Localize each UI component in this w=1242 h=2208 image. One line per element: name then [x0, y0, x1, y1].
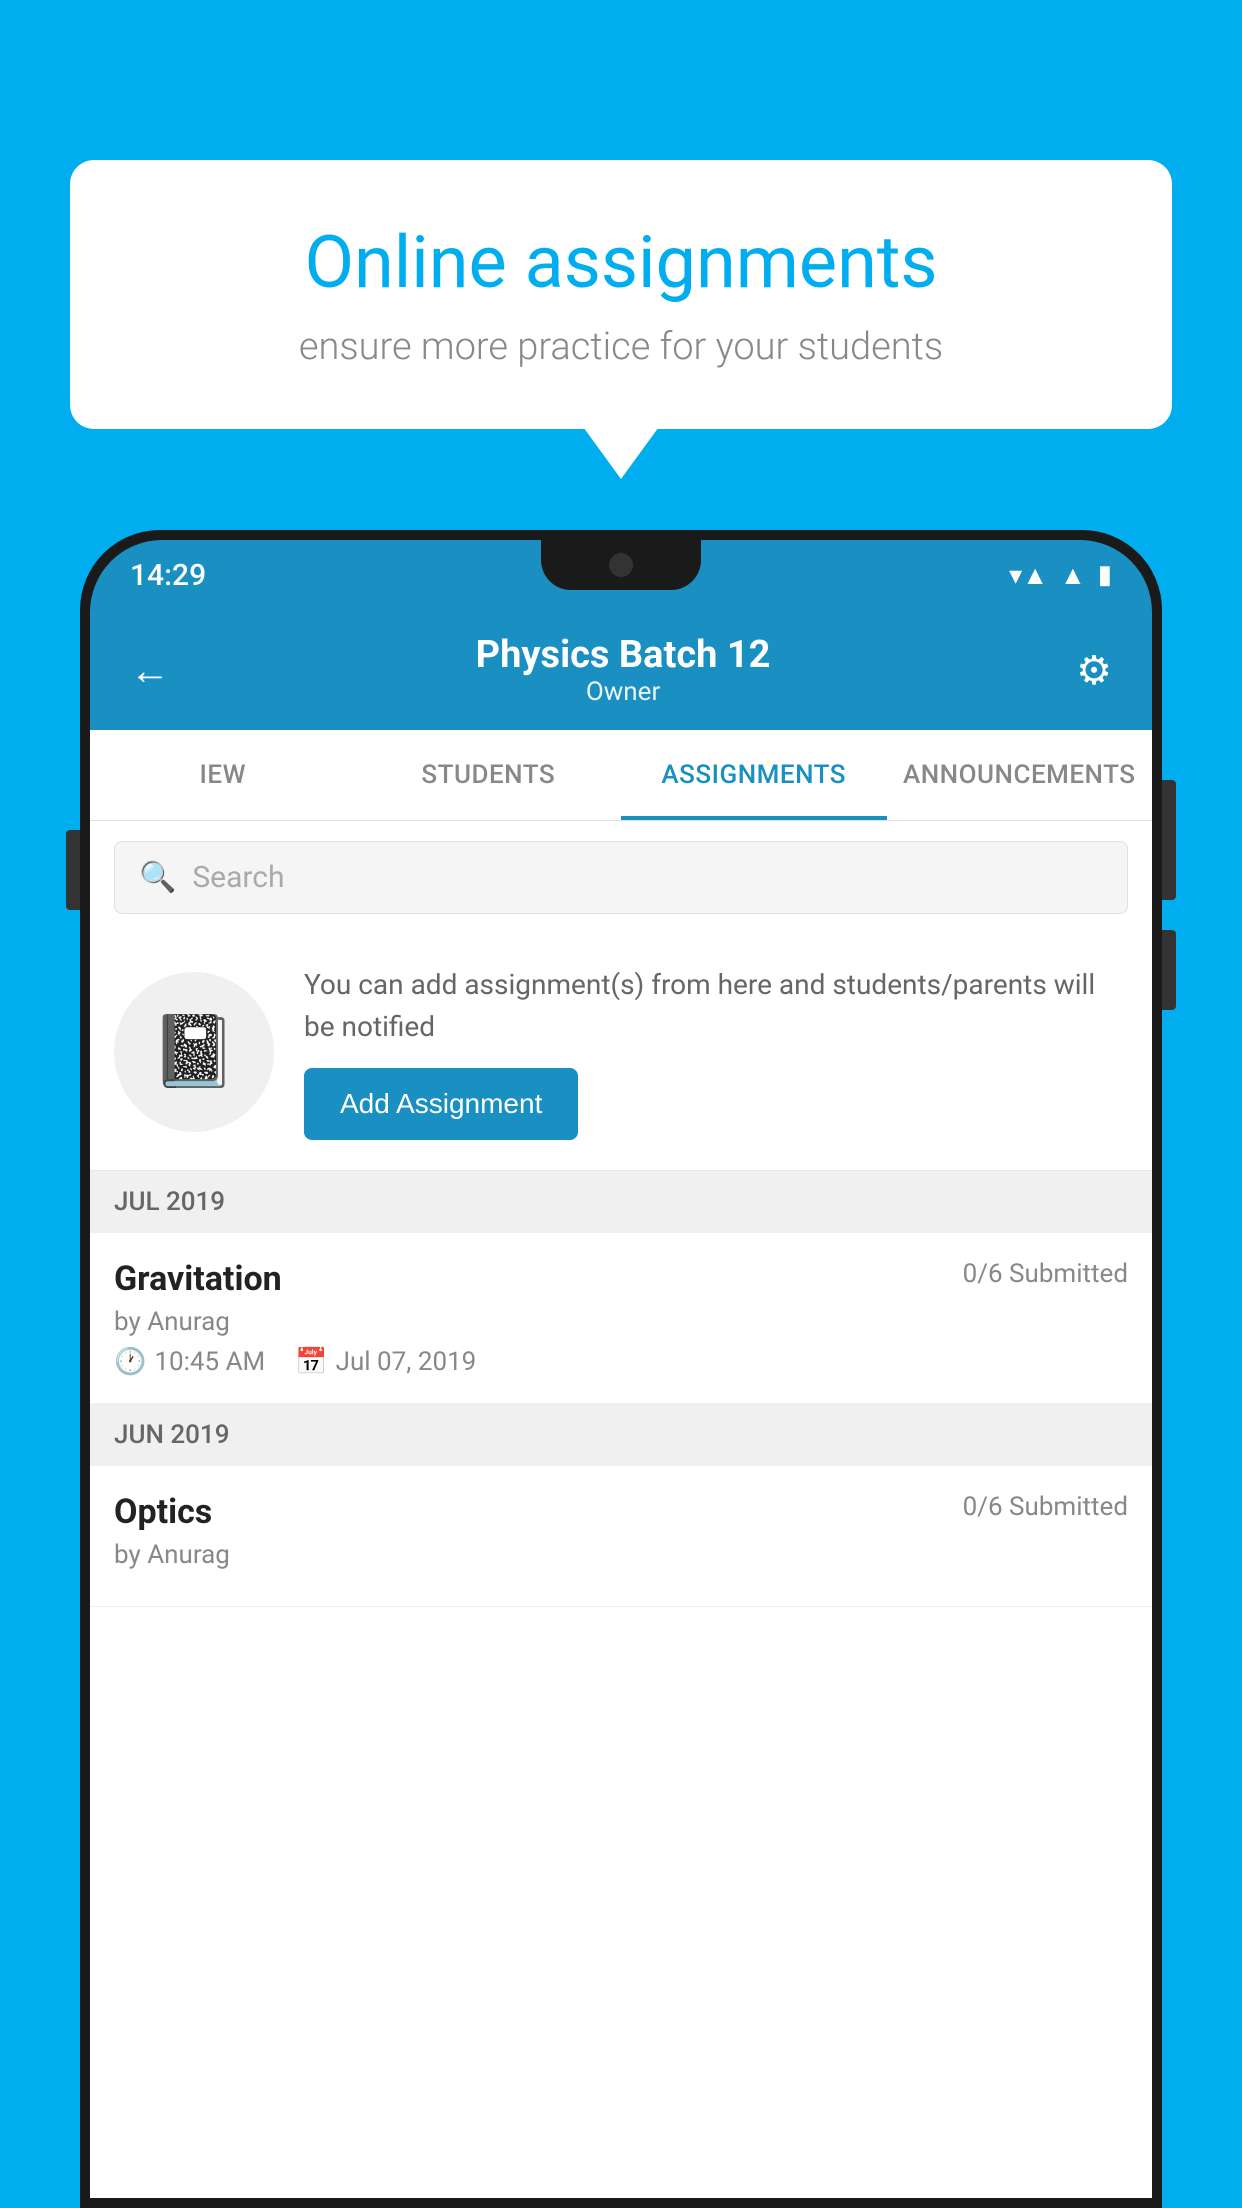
add-assignment-button[interactable]: Add Assignment [304, 1068, 578, 1140]
power-button-2 [1162, 930, 1176, 1010]
assignment-by-optics: by Anurag [114, 1540, 1128, 1570]
camera [609, 553, 633, 577]
assignment-title: Gravitation [114, 1259, 282, 1299]
calendar-icon: 📅 [295, 1347, 327, 1377]
speech-bubble-subtitle: ensure more practice for your students [140, 325, 1102, 369]
assignment-submitted-optics: 0/6 Submitted [963, 1492, 1128, 1522]
search-bar[interactable]: 🔍 Search [114, 841, 1128, 914]
phone-frame: 14:29 ▾▲ ▲ ▮ ← Physics Batch 12 Owner ⚙ … [80, 530, 1162, 2208]
speech-bubble-title: Online assignments [140, 220, 1102, 305]
promo-icon-circle: 📓 [114, 972, 274, 1132]
assignment-top-row: Gravitation 0/6 Submitted [114, 1259, 1128, 1299]
assignment-item-gravitation[interactable]: Gravitation 0/6 Submitted by Anurag 🕐 10… [90, 1233, 1152, 1404]
notch [541, 540, 701, 590]
search-bar-container: 🔍 Search [90, 821, 1152, 934]
signal-icon: ▲ [1060, 560, 1086, 591]
back-button[interactable]: ← [130, 647, 170, 694]
header-title-group: Physics Batch 12 Owner [476, 633, 771, 707]
search-placeholder: Search [192, 860, 284, 895]
speech-bubble: Online assignments ensure more practice … [70, 160, 1172, 429]
month-divider-jul: JUL 2019 [90, 1171, 1152, 1233]
app-header: ← Physics Batch 12 Owner ⚙ [90, 610, 1152, 730]
assignment-time: 🕐 10:45 AM [114, 1347, 265, 1377]
tab-announcements[interactable]: ANNOUNCEMENTS [887, 730, 1153, 820]
status-time: 14:29 [130, 558, 206, 593]
assignment-title-optics: Optics [114, 1492, 212, 1532]
clock-icon: 🕐 [114, 1347, 146, 1377]
header-subtitle: Owner [476, 677, 771, 707]
assignment-by: by Anurag [114, 1307, 1128, 1337]
notebook-icon: 📓 [150, 1011, 237, 1093]
tab-students[interactable]: STUDENTS [356, 730, 622, 820]
status-icons: ▾▲ ▲ ▮ [1009, 560, 1112, 591]
speech-bubble-container: Online assignments ensure more practice … [70, 160, 1172, 429]
battery-icon: ▮ [1098, 560, 1112, 590]
wifi-icon: ▾▲ [1009, 560, 1048, 591]
promo-description: You can add assignment(s) from here and … [304, 964, 1128, 1048]
screen-content: 🔍 Search 📓 You can add assignment(s) fro… [90, 821, 1152, 2198]
promo-text-area: You can add assignment(s) from here and … [304, 964, 1128, 1140]
month-divider-jun: JUN 2019 [90, 1404, 1152, 1466]
power-button [1162, 780, 1176, 900]
phone-screen: 14:29 ▾▲ ▲ ▮ ← Physics Batch 12 Owner ⚙ … [90, 540, 1152, 2198]
tab-iew[interactable]: IEW [90, 730, 356, 820]
search-icon: 🔍 [139, 860, 176, 895]
promo-card: 📓 You can add assignment(s) from here an… [90, 934, 1152, 1171]
tabs-bar: IEW STUDENTS ASSIGNMENTS ANNOUNCEMENTS [90, 730, 1152, 821]
header-title: Physics Batch 12 [476, 633, 771, 677]
settings-icon[interactable]: ⚙ [1076, 647, 1112, 694]
assignment-top-row-optics: Optics 0/6 Submitted [114, 1492, 1128, 1532]
assignment-meta: 🕐 10:45 AM 📅 Jul 07, 2019 [114, 1347, 1128, 1377]
assignment-submitted: 0/6 Submitted [963, 1259, 1128, 1289]
assignment-item-optics[interactable]: Optics 0/6 Submitted by Anurag [90, 1466, 1152, 1607]
assignment-date: 📅 Jul 07, 2019 [295, 1347, 476, 1377]
volume-button [66, 830, 80, 910]
tab-assignments[interactable]: ASSIGNMENTS [621, 730, 887, 820]
